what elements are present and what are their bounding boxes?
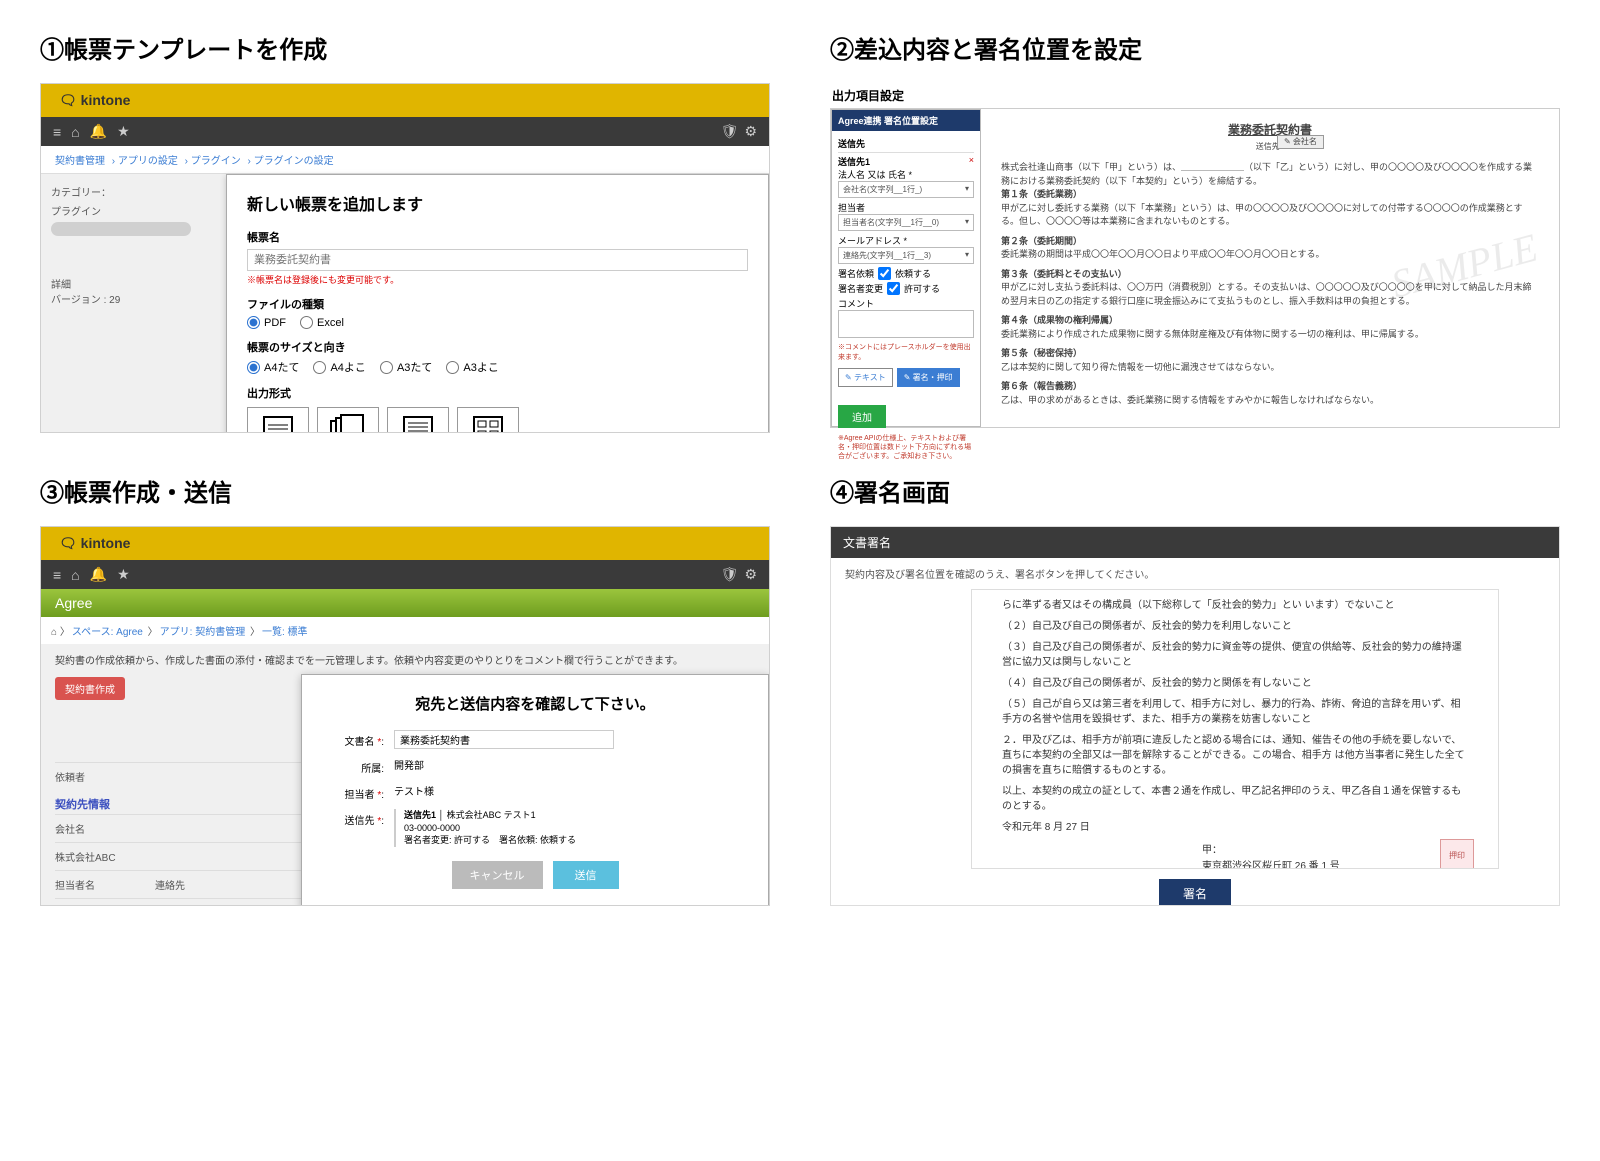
comment-input[interactable] (838, 310, 974, 338)
output-single-icon (247, 407, 309, 433)
panel-4: 文書署名 契約内容及び署名位置を確認のうえ、署名ボタンを押してください。 らに準… (830, 526, 1560, 906)
app-name: Agree (41, 589, 769, 617)
send-confirm-modal: 宛先と送信内容を確認して下さい。 文書名 *: 所属:開発部 担当者 *:テスト… (301, 674, 769, 906)
send-button[interactable]: 送信 (553, 861, 619, 889)
step-4-title: ④署名画面 (830, 473, 1560, 508)
kou-signature: 押印 甲： 東京都渋谷区桜丘町 26 番 1 号 株式会社 ABC 代表取締役 … (1202, 843, 1468, 869)
kintone-brand: 🗨 kintone (41, 84, 769, 117)
step-1-title: ①帳票テンプレートを作成 (40, 30, 770, 65)
shield-icon[interactable]: 🛡 (721, 566, 739, 583)
home-icon[interactable]: ⌂ (71, 567, 79, 583)
contract-document: らに準ずる者又はその構成員（以下総称して「反社会的勢力」とい います）でないこと… (971, 589, 1499, 869)
menu-icon[interactable]: ≡ (53, 567, 61, 583)
preview-document: SAMPLE 業務委託契約書 送信先1 株式会社逢山商事（以下「甲」という）は、… (981, 109, 1559, 427)
panel-2: Agree連携 署名位置設定 送信先 送信先1× 法人名 又は 氏名 * 会社名… (830, 108, 1560, 428)
create-contract-button[interactable]: 契約書作成 (55, 677, 125, 700)
p2-header: 出力項目設定 (830, 83, 1560, 108)
file-type-radio[interactable]: PDF Excel (247, 316, 748, 329)
gear-icon[interactable]: ⚙ (744, 123, 757, 140)
nav-bar: ≡ ⌂ 🔔 ★ 🛡 ⚙ (41, 560, 769, 589)
sig-settings-panel: Agree連携 署名位置設定 送信先 送信先1× 法人名 又は 氏名 * 会社名… (831, 109, 981, 427)
company-select[interactable]: 会社名(文字列__1行_)▾ (838, 181, 974, 198)
shield-icon[interactable]: 🛡 (721, 123, 739, 140)
modal-title: 新しい帳票を追加します (247, 191, 748, 215)
add-template-modal: 新しい帳票を追加します 帳票名 ※帳票名は登録後にも変更可能です。 ファイルの種… (226, 174, 769, 433)
step-3-title: ③帳票作成・送信 (40, 473, 770, 508)
person-select[interactable]: 担当者名(文字列__1行__0)▾ (838, 214, 974, 231)
step-4: ④署名画面 文書署名 契約内容及び署名位置を確認のうえ、署名ボタンを押してくださ… (830, 473, 1560, 906)
nav-bar: ≡ ⌂ 🔔 ★ 🛡 ⚙ (41, 117, 769, 146)
docname-input[interactable] (394, 730, 614, 749)
output-doc-icon (387, 407, 449, 433)
menu-icon[interactable]: ≡ (53, 124, 61, 140)
size-radio[interactable]: A4たて A4よこ A3たて A3よこ (247, 359, 748, 375)
output-format-row[interactable] (247, 407, 748, 433)
sign-header: 文書署名 (831, 527, 1559, 558)
breadcrumb: ⌂ 〉スペース: Agree 〉アプリ: 契約書管理 〉一覧: 標準 (41, 617, 769, 644)
kintone-brand: 🗨 kintone (41, 527, 769, 560)
company-tag[interactable]: ✎ 会社名 (1277, 135, 1324, 149)
bell-icon[interactable]: 🔔 (90, 566, 107, 583)
breadcrumb: 契約書管理 › アプリの設定 › プラグイン › プラグインの設定 (41, 146, 769, 174)
step-3: ③帳票作成・送信 🗨 kintone ≡ ⌂ 🔔 ★ 🛡 ⚙ Agree ⌂ 〉ス… (40, 473, 770, 906)
left-panel: カテゴリー： プラグイン 詳細 バージョン : 29 (41, 174, 201, 433)
home-icon[interactable]: ⌂ (71, 124, 79, 140)
sig-button[interactable]: ✎ 署名・押印 (897, 368, 960, 387)
mail-select[interactable]: 連絡先(文字列__1行__3)▾ (838, 247, 974, 264)
text-button[interactable]: ✎ テキスト (838, 368, 893, 387)
add-button[interactable]: 追加 (838, 405, 886, 428)
template-name-input[interactable] (247, 249, 748, 271)
step-1: ①帳票テンプレートを作成 🗨 kintone ≡ ⌂ 🔔 ★ 🛡 ⚙ 契約書管理 … (40, 30, 770, 433)
cancel-button[interactable]: キャンセル (452, 861, 543, 889)
panel-3: 🗨 kintone ≡ ⌂ 🔔 ★ 🛡 ⚙ Agree ⌂ 〉スペース: Agre… (40, 526, 770, 906)
close-icon[interactable]: × (969, 155, 974, 168)
output-grid-icon (457, 407, 519, 433)
step-2-title: ②差込内容と署名位置を設定 (830, 30, 1560, 65)
step-2: ②差込内容と署名位置を設定 出力項目設定 Agree連携 署名位置設定 送信先 … (830, 30, 1560, 433)
stamp-icon[interactable]: 押印 (1440, 839, 1474, 869)
star-icon[interactable]: ★ (117, 123, 130, 140)
bell-icon[interactable]: 🔔 (90, 123, 107, 140)
output-multi-icon (317, 407, 379, 433)
sign-button[interactable]: 署名 (1159, 879, 1231, 906)
star-icon[interactable]: ★ (117, 566, 130, 583)
gear-icon[interactable]: ⚙ (744, 566, 757, 583)
panel-1: 🗨 kintone ≡ ⌂ 🔔 ★ 🛡 ⚙ 契約書管理 › アプリの設定 › プラ… (40, 83, 770, 433)
